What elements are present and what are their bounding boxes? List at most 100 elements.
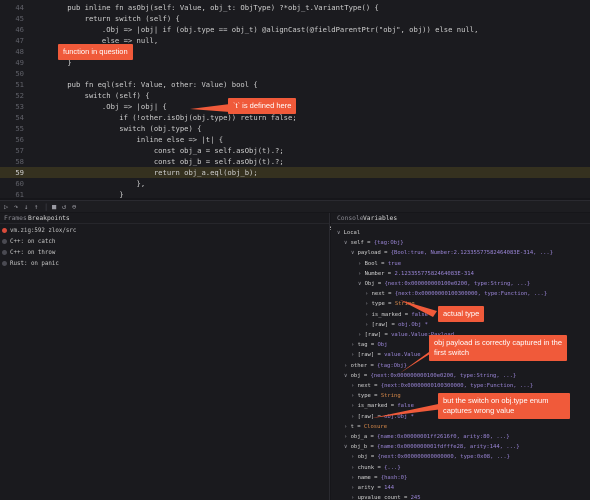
annotation-obj-payload: obj payload is correctly captured in the…: [429, 335, 567, 361]
tab-breakpoints[interactable]: Breakpoints: [28, 214, 70, 223]
step-over-icon[interactable]: ↷: [14, 202, 18, 212]
code-text: .Obj => |obj| if (obj.type == obj_t) @al…: [50, 25, 479, 34]
breakpoint-dot-icon[interactable]: [2, 228, 7, 233]
breakpoint-label: vm.zig:592 zlox/src: [10, 228, 77, 234]
expand-toggle-icon[interactable]: ›: [351, 383, 354, 389]
expand-toggle-icon[interactable]: ∨: [358, 281, 361, 287]
variable-name: chunk =: [357, 464, 385, 471]
code-line[interactable]: 44 pub inline fn asObj(self: Value, obj_…: [0, 2, 590, 13]
line-number: 61: [15, 190, 24, 199]
expand-toggle-icon[interactable]: ∨: [344, 373, 347, 379]
line-number: 59: [15, 168, 24, 177]
expand-toggle-icon[interactable]: ∨: [344, 240, 347, 246]
expand-toggle-icon[interactable]: ›: [344, 424, 347, 430]
breakpoint-item[interactable]: Rust: on panic: [2, 260, 59, 269]
expand-toggle-icon[interactable]: ›: [351, 403, 354, 409]
variable-name: Local: [343, 230, 361, 236]
breakpoint-item[interactable]: C++: on catch: [2, 238, 55, 247]
breakpoint-dot-icon[interactable]: [2, 261, 7, 266]
variable-value: value.Value: [384, 352, 421, 359]
code-line[interactable]: 51 pub fn eql(self: Value, other: Value)…: [0, 79, 590, 90]
expand-toggle-icon[interactable]: ›: [351, 414, 354, 420]
variable-value: Obj: [377, 342, 388, 349]
variable-name: Obj =: [364, 281, 385, 287]
variable-name: is_marked =: [371, 311, 412, 318]
expand-toggle-icon[interactable]: ›: [351, 352, 354, 358]
stop-icon[interactable]: ■: [52, 202, 56, 212]
code-line[interactable]: 50: [0, 68, 590, 79]
code-text: inline else => |t| {: [50, 135, 224, 144]
line-number: 56: [15, 135, 24, 144]
expand-toggle-icon[interactable]: ›: [358, 332, 361, 338]
expand-toggle-icon[interactable]: ›: [358, 261, 361, 267]
expand-toggle-icon[interactable]: ›: [358, 271, 361, 277]
variable-value: {next:0x000000000000000, type:0x08, ...}: [377, 454, 510, 461]
variable-name: [raw] =: [364, 332, 392, 338]
variable-name: Bool =: [364, 260, 388, 267]
code-line[interactable]: 61 }: [0, 189, 590, 200]
line-number: 52: [15, 91, 24, 100]
code-text: return obj_a.eql(obj_b);: [50, 168, 258, 177]
variable-value: {tag:Obj}: [373, 240, 404, 247]
code-line[interactable]: 46 .Obj => |obj| if (obj.type == obj_t) …: [0, 24, 590, 35]
line-number: 54: [15, 113, 24, 122]
variable-name: next =: [357, 383, 381, 389]
expand-toggle-icon[interactable]: ›: [365, 291, 368, 297]
expand-toggle-icon[interactable]: ›: [351, 393, 354, 399]
continue-icon[interactable]: ▷: [4, 202, 8, 212]
breakpoint-item[interactable]: C++: on throw: [2, 249, 55, 258]
line-number: 60: [15, 179, 24, 188]
variable-name: t =: [350, 423, 364, 430]
breakpoint-dot-icon[interactable]: [2, 239, 7, 244]
code-text: .Obj => |obj| {: [50, 102, 167, 111]
code-line[interactable]: 55 switch (obj.type) {: [0, 123, 590, 134]
breakpoint-item[interactable]: vm.zig:592 zlox/src: [2, 227, 76, 236]
tab-variables[interactable]: Variables: [363, 214, 397, 223]
expand-toggle-icon[interactable]: ∨: [344, 444, 347, 450]
tab-frames[interactable]: Frames: [4, 214, 27, 223]
expand-toggle-icon[interactable]: ›: [365, 322, 368, 328]
annotation-switch-wrong: but the switch on obj.type enum captures…: [438, 393, 570, 419]
expand-toggle-icon[interactable]: ›: [351, 495, 354, 500]
expand-toggle-icon[interactable]: ›: [344, 363, 347, 369]
restart-icon[interactable]: ↺: [62, 202, 66, 212]
variable-value: Closure: [363, 423, 388, 430]
variable-value: {next:0x000000000100e0200, type:String, …: [370, 372, 517, 379]
expand-toggle-icon[interactable]: ›: [365, 312, 368, 318]
code-line[interactable]: 45 return switch (self) {: [0, 13, 590, 24]
variable-name: [raw] =: [357, 352, 385, 359]
expand-toggle-icon[interactable]: ›: [351, 465, 354, 471]
step-out-icon[interactable]: ↑: [34, 202, 38, 212]
code-line[interactable]: 57 const obj_a = self.asObj(t).?;: [0, 145, 590, 156]
expand-toggle-icon[interactable]: ›: [344, 434, 347, 440]
breakpoint-dot-icon[interactable]: [2, 250, 7, 255]
variable-value: obj.Obj *: [398, 321, 428, 328]
variable-value: {name:0x0000000001fdfffe28, arity:144, .…: [377, 444, 520, 451]
line-number: 51: [15, 80, 24, 89]
expand-toggle-icon[interactable]: ›: [351, 342, 354, 348]
debug-toolbar: ▷ ↷ ↓ ↑ | ■ ↺ ⊖: [0, 200, 590, 212]
variable-name: other =: [350, 362, 378, 369]
code-line[interactable]: 59 return obj_a.eql(obj_b);: [0, 167, 590, 178]
expand-toggle-icon[interactable]: ›: [365, 301, 368, 307]
disconnect-icon[interactable]: ⊖: [72, 202, 76, 212]
variable-value: false: [397, 403, 414, 410]
expand-toggle-icon[interactable]: ›: [351, 475, 354, 481]
step-into-icon[interactable]: ↓: [24, 202, 28, 212]
code-text: switch (self) {: [50, 91, 150, 100]
line-number: 58: [15, 157, 24, 166]
code-line[interactable]: 60 },: [0, 178, 590, 189]
variable-name: tag =: [357, 342, 378, 349]
variable-row[interactable]: › upvalue_count = 245: [331, 493, 590, 500]
expand-toggle-icon[interactable]: ∨: [351, 250, 354, 256]
code-line[interactable]: 56 inline else => |t| {: [0, 134, 590, 145]
variable-name: obj_a =: [350, 434, 378, 440]
variable-value: true: [387, 260, 402, 267]
expand-toggle-icon[interactable]: ∨: [337, 230, 340, 236]
expand-toggle-icon[interactable]: ›: [351, 485, 354, 491]
code-line[interactable]: 58 const obj_b = self.asObj(t).?;: [0, 156, 590, 167]
tab-console[interactable]: Console: [337, 214, 364, 223]
expand-toggle-icon[interactable]: ›: [351, 454, 354, 460]
variable-value: {next:0x00000000100300000, type:Function…: [394, 291, 548, 298]
variable-name: name =: [357, 474, 381, 481]
